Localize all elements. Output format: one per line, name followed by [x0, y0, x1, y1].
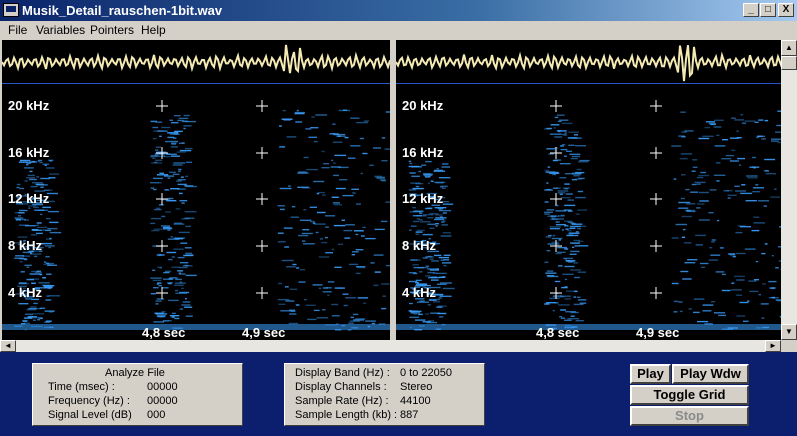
- sample-length-value: 887: [400, 409, 419, 421]
- menu-file[interactable]: File: [8, 23, 27, 37]
- menu-help[interactable]: Help: [141, 23, 166, 37]
- waveform-trace: [2, 44, 390, 74]
- scroll-up-button[interactable]: ▲: [781, 40, 797, 56]
- sample-rate-value: 44100: [400, 395, 431, 407]
- scroll-right-button[interactable]: ►: [765, 340, 781, 352]
- analyze-title: Analyze File: [105, 367, 165, 379]
- display-info-box: Display Band (Hz) : 0 to 22050 Display C…: [284, 363, 485, 426]
- waveform-trace: [396, 45, 784, 82]
- close-button[interactable]: X: [778, 3, 794, 17]
- window-title: Musik_Detail_rauschen-1bit.wav: [22, 3, 223, 18]
- display-channels-value: Stereo: [400, 381, 433, 393]
- time-value: 00000: [147, 381, 178, 393]
- maximize-button[interactable]: □: [760, 3, 776, 17]
- frequency-value: 00000: [147, 395, 178, 407]
- time-label-4-8: 4,8 sec: [536, 325, 580, 340]
- horizontal-scrollbar[interactable]: ◄ ►: [0, 340, 781, 352]
- waveform-separator: [396, 83, 784, 84]
- app-icon[interactable]: [3, 3, 19, 17]
- control-panel: Analyze File Time (msec) : 00000 Frequen…: [0, 352, 797, 436]
- freq-label-8k: 8 kHz: [402, 238, 436, 253]
- spectrogram-right[interactable]: 20 kHz 16 kHz 12 kHz 8 kHz 4 kHz 4,8 sec…: [396, 40, 784, 340]
- freq-label-4k: 4 kHz: [402, 285, 436, 300]
- sample-length-label: Sample Length (kb) :: [295, 409, 398, 421]
- menu-variables[interactable]: Variables: [36, 23, 85, 37]
- freq-label-16k: 16 kHz: [402, 145, 444, 160]
- stop-button[interactable]: Stop: [630, 406, 749, 426]
- signal-level-label: Signal Level (dB): [48, 409, 132, 421]
- time-label-4-8: 4,8 sec: [142, 325, 186, 340]
- sample-rate-label: Sample Rate (Hz) :: [295, 395, 389, 407]
- spectrogram-plot-left: [2, 44, 390, 331]
- freq-label-12k: 12 kHz: [402, 191, 444, 206]
- time-label: Time (msec) :: [48, 381, 115, 393]
- menu-pointers[interactable]: Pointers: [90, 23, 134, 37]
- display-band-label: Display Band (Hz) :: [295, 367, 390, 379]
- freq-label-20k: 20 kHz: [8, 98, 50, 113]
- title-bar: Musik_Detail_rauschen-1bit.wav _ □ X: [0, 0, 797, 21]
- toggle-grid-button[interactable]: Toggle Grid: [630, 385, 749, 405]
- frequency-label: Frequency (Hz) :: [48, 395, 130, 407]
- freq-label-8k: 8 kHz: [8, 238, 42, 253]
- freq-label-20k: 20 kHz: [402, 98, 444, 113]
- low-frequency-band: [2, 324, 390, 330]
- vertical-scroll-thumb[interactable]: [781, 56, 797, 70]
- menu-bar: File Variables Pointers Help: [0, 21, 797, 40]
- spectrogram-left[interactable]: 20 kHz 16 kHz 12 kHz 8 kHz 4 kHz 4,8 sec…: [2, 40, 390, 340]
- freq-label-12k: 12 kHz: [8, 191, 50, 206]
- scroll-down-button[interactable]: ▼: [781, 324, 797, 340]
- spectrogram-plot-right: [396, 45, 784, 331]
- freq-label-4k: 4 kHz: [8, 285, 42, 300]
- minimize-button[interactable]: _: [743, 3, 759, 17]
- signal-level-value: 000: [147, 409, 166, 421]
- time-label-4-9: 4,9 sec: [636, 325, 680, 340]
- display-band-value: 0 to 22050: [400, 367, 452, 379]
- vertical-scrollbar[interactable]: ▲ ▼: [781, 40, 797, 340]
- display-channels-label: Display Channels :: [295, 381, 387, 393]
- time-label-4-9: 4,9 sec: [242, 325, 286, 340]
- freq-label-16k: 16 kHz: [8, 145, 50, 160]
- analyze-file-box: Analyze File Time (msec) : 00000 Frequen…: [32, 363, 243, 426]
- play-button[interactable]: Play: [630, 364, 671, 384]
- low-frequency-band: [396, 324, 784, 330]
- waveform-separator: [2, 83, 390, 84]
- scroll-left-button[interactable]: ◄: [0, 340, 16, 352]
- play-window-button[interactable]: Play Wdw: [672, 364, 749, 384]
